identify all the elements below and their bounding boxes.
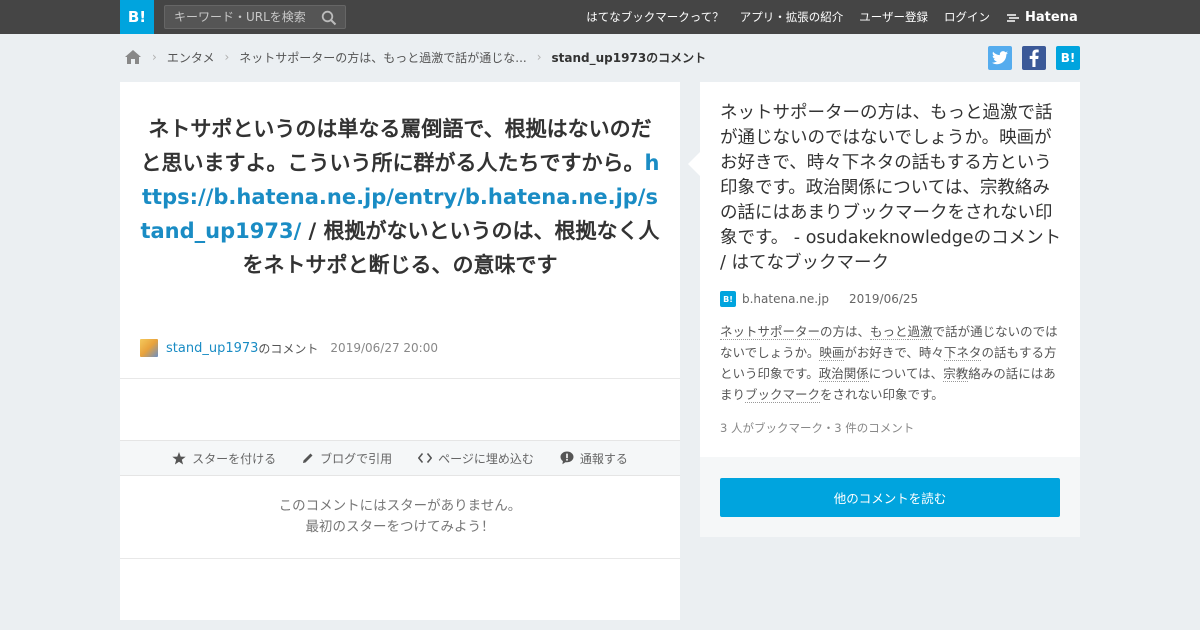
- avatar[interactable]: [140, 339, 158, 357]
- keyword-link[interactable]: ブックマーク: [745, 387, 821, 403]
- entry-title[interactable]: ネットサポーターの方は、もっと過激で話が通じないのではないでしょうか。映画がお好…: [720, 101, 1065, 276]
- entry-description-text: をされない印象です。: [820, 387, 944, 402]
- comment-text-before: ネトサポというのは単なる罵倒語で、根拠はないのだと思いますよ。こういう所に群がる…: [140, 117, 652, 175]
- top-nav: はてなブックマークって？ アプリ・拡張の紹介 ユーザー登録 ログイン: [586, 0, 990, 34]
- keyword-link[interactable]: 政治: [818, 366, 844, 382]
- entry-domain[interactable]: b.hatena.ne.jp: [742, 292, 829, 306]
- hatena-brand-text: Hatena: [1025, 9, 1078, 25]
- nav-register[interactable]: ユーザー登録: [859, 9, 928, 25]
- keyword-link[interactable]: 過激: [907, 324, 933, 340]
- comment-user-suffix: のコメント: [258, 341, 319, 356]
- blog-quote-label: ブログで引用: [320, 451, 393, 466]
- site-favicon: B!: [720, 291, 736, 307]
- comment-body: ネトサポというのは単なる罵倒語で、根拠はないのだと思いますよ。こういう所に群がる…: [140, 112, 660, 282]
- read-more-comments-button[interactable]: 他のコメントを読む: [720, 478, 1060, 517]
- add-star-button[interactable]: スターを付ける: [172, 450, 276, 467]
- code-icon: [418, 452, 433, 464]
- divider: [120, 558, 680, 559]
- keyword-link[interactable]: 下ネタ: [943, 345, 982, 361]
- comment-actions: スターを付ける ブログで引用 ページに埋め込む 通報する: [120, 440, 680, 476]
- report-icon: [560, 451, 574, 465]
- entry-description-text: については、: [868, 366, 944, 381]
- comment-card: ネトサポというのは単なる罵倒語で、根拠はないのだと思いますよ。こういう所に群がる…: [120, 82, 680, 620]
- keyword-link[interactable]: 関係: [843, 366, 869, 382]
- keyword-link[interactable]: 宗教: [943, 366, 969, 382]
- breadcrumb-entry[interactable]: ネットサポーターの方は、もっと過激で話が通じな...: [239, 49, 526, 66]
- nav-login[interactable]: ログイン: [944, 9, 990, 25]
- nav-apps[interactable]: アプリ・拡張の紹介: [740, 9, 844, 25]
- twitter-icon: [992, 51, 1008, 65]
- search-icon[interactable]: [321, 10, 337, 26]
- search-input[interactable]: [165, 6, 315, 28]
- chevron-right-icon: ›: [152, 50, 157, 64]
- keyword-link[interactable]: 映画: [819, 345, 845, 361]
- entry-date: 2019/06/25: [849, 292, 919, 306]
- search-box[interactable]: [164, 5, 346, 29]
- report-button[interactable]: 通報する: [560, 450, 628, 467]
- no-star-line-2: 最初のスターをつけてみよう！: [305, 519, 495, 535]
- keyword-link[interactable]: ネットサポーター: [720, 324, 821, 340]
- entry-description-text: の方は、: [820, 324, 871, 339]
- entry-description-text: がお好きで、時々: [844, 345, 944, 360]
- home-icon[interactable]: [124, 49, 142, 65]
- comment-user-link[interactable]: stand_up1973: [166, 341, 258, 356]
- entry-counts[interactable]: 3 人がブックマーク・3 件のコメント: [720, 420, 914, 436]
- breadcrumb-category[interactable]: エンタメ: [167, 49, 215, 66]
- entry-card[interactable]: ネットサポーターの方は、もっと過激で話が通じないのではないでしょうか。映画がお好…: [688, 82, 1080, 457]
- hatebu-logo[interactable]: B!: [120, 0, 154, 34]
- hatena-brand-link[interactable]: Hatena: [1006, 9, 1078, 25]
- chevron-right-icon: ›: [224, 50, 230, 64]
- card-pointer: [688, 152, 700, 176]
- entry-description: ネットサポーターの方は、もっと過激で話が通じないのではないでしょうか。映画がお好…: [720, 321, 1065, 405]
- twitter-share-button[interactable]: [988, 46, 1012, 70]
- blog-quote-button[interactable]: ブログで引用: [302, 450, 392, 467]
- hatebu-share-button[interactable]: B!: [1056, 46, 1080, 70]
- comment-datetime[interactable]: 2019/06/27 20:00: [330, 341, 438, 355]
- comment-meta: stand_up1973 のコメント 2019/06/27 20:00: [140, 338, 438, 358]
- breadcrumb: › エンタメ › ネットサポーターの方は、もっと過激で話が通じな... › st…: [124, 47, 706, 67]
- comment-text-after: / 根拠がないというのは、根拠なく人をネトサポと断じる、の意味です: [242, 219, 660, 277]
- hatena-cloud-icon: [1007, 14, 1019, 22]
- nav-about[interactable]: はてなブックマークって？: [586, 9, 723, 25]
- breadcrumb-current: stand_up1973のコメント: [551, 50, 707, 65]
- pencil-icon: [303, 453, 313, 463]
- no-star-message: このコメントにはスターがありません。 最初のスターをつけてみよう！: [120, 496, 680, 538]
- facebook-share-button[interactable]: [1022, 46, 1046, 70]
- star-icon: [172, 451, 186, 464]
- entry-card-footer: 他のコメントを読む: [700, 457, 1080, 537]
- embed-button[interactable]: ページに埋め込む: [418, 450, 534, 467]
- entry-source: B! b.hatena.ne.jp 2019/06/25: [720, 291, 918, 307]
- top-bar: B! はてなブックマークって？ アプリ・拡張の紹介 ユーザー登録 ログイン Ha…: [0, 0, 1200, 34]
- divider: [120, 378, 680, 379]
- report-label: 通報する: [579, 451, 628, 466]
- chevron-right-icon: ›: [536, 50, 542, 64]
- no-star-line-1: このコメントにはスターがありません。: [278, 498, 522, 514]
- keyword-link[interactable]: もっと: [870, 324, 908, 340]
- embed-label: ページに埋め込む: [438, 451, 534, 466]
- facebook-icon: [1029, 49, 1039, 67]
- add-star-label: スターを付ける: [192, 451, 277, 466]
